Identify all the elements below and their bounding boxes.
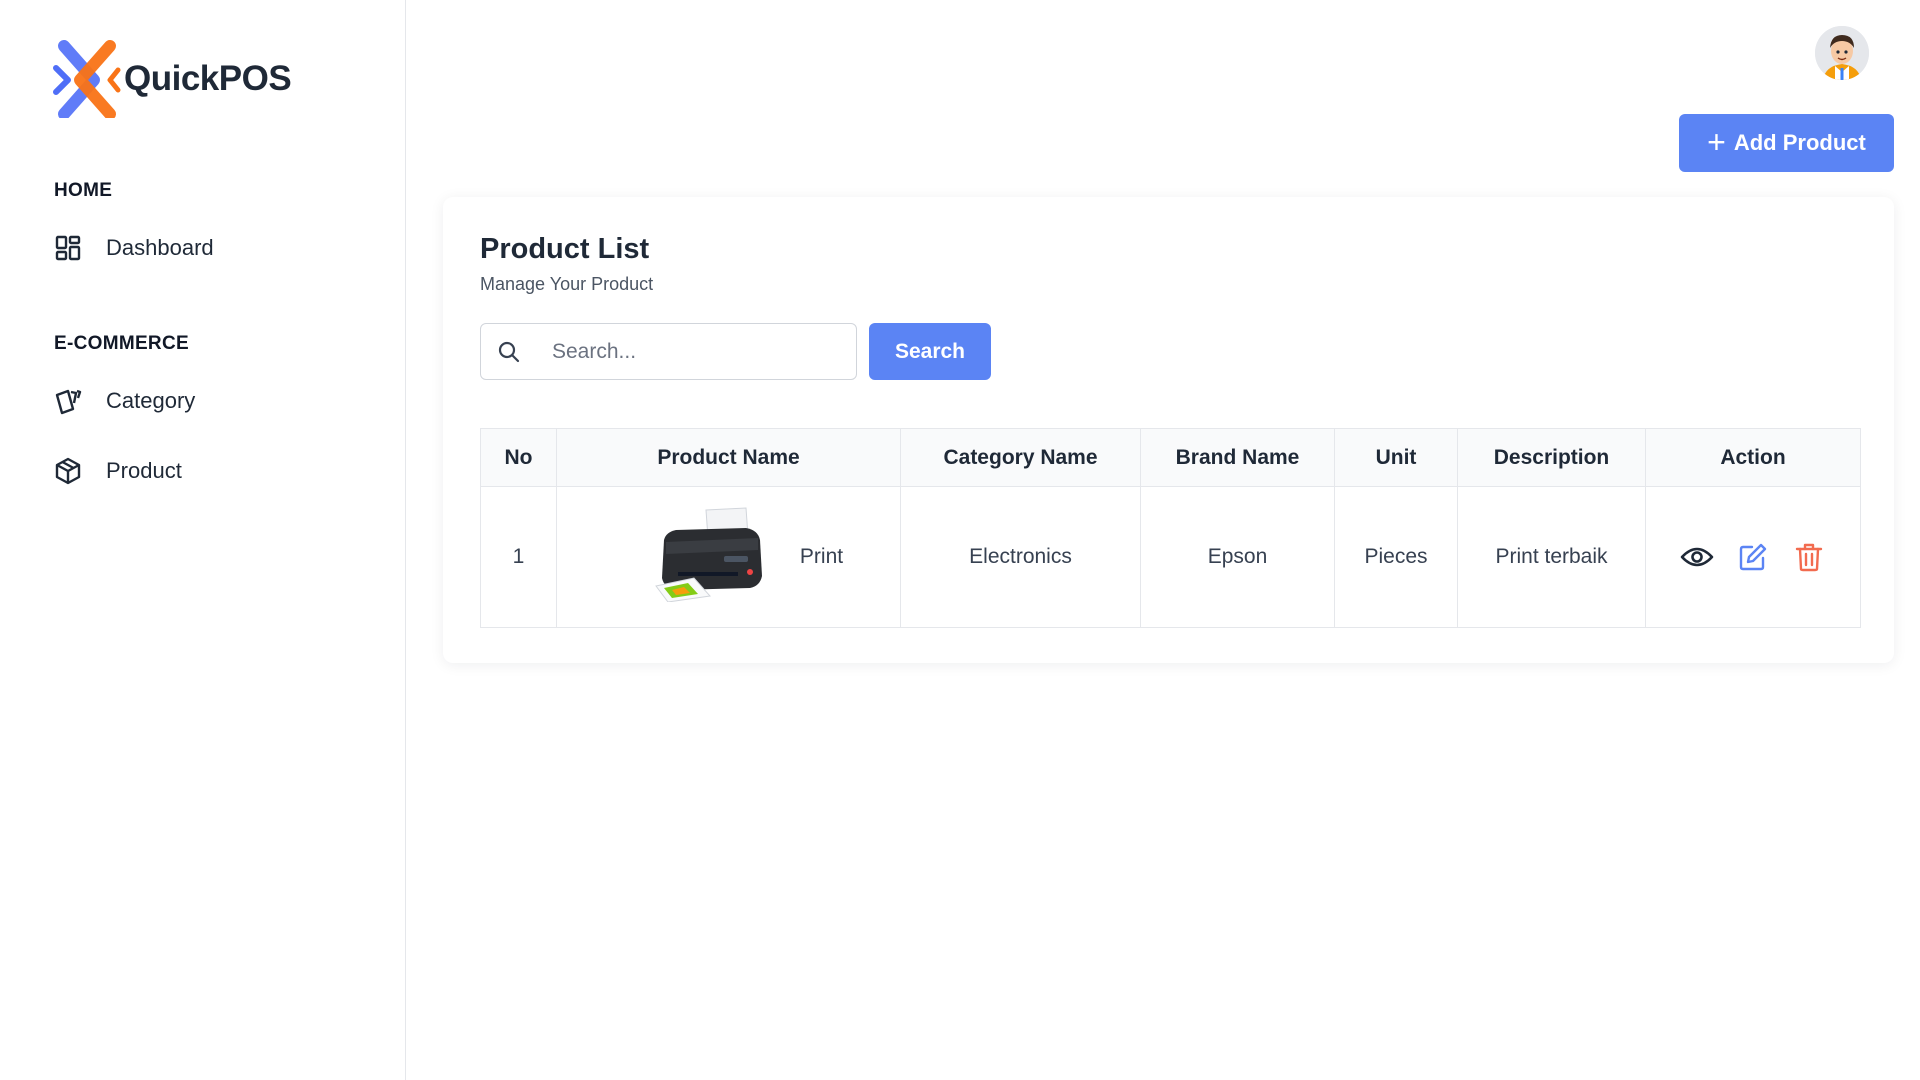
cell-description: Print terbaik: [1457, 486, 1646, 628]
column-header-description: Description: [1457, 428, 1646, 487]
column-header-no: No: [480, 428, 557, 487]
sidebar: QuickPOS HOME Dashboard E-COMMERCE Categ…: [0, 0, 406, 1080]
product-name: Print: [799, 545, 844, 568]
column-header-action: Action: [1645, 428, 1861, 487]
column-header-brand-name: Brand Name: [1140, 428, 1335, 487]
cell-brand: Epson: [1140, 486, 1335, 628]
cell-actions: [1645, 486, 1861, 628]
table-row: 1 Print Electronics Epson Pieces Print t…: [480, 486, 1861, 628]
brand-name: QuickPOS: [124, 59, 292, 98]
printer-image: [654, 506, 766, 608]
nav-section-home: HOME: [54, 180, 113, 201]
dashboard-icon: [54, 234, 82, 262]
cell-unit: Pieces: [1334, 486, 1458, 628]
search-input[interactable]: [552, 339, 842, 364]
edit-icon[interactable]: [1736, 540, 1770, 574]
category-icon: [54, 387, 82, 415]
search-icon: [496, 339, 522, 365]
nav-section-ecommerce: E-COMMERCE: [54, 333, 189, 354]
page-title: Product List: [480, 233, 650, 265]
add-product-button[interactable]: + Add Product: [1679, 114, 1894, 172]
view-eye-icon[interactable]: [1680, 540, 1714, 574]
page-subtitle: Manage Your Product: [480, 274, 654, 294]
sidebar-item-product[interactable]: Product: [54, 453, 182, 489]
sidebar-item-label: Product: [106, 458, 182, 483]
product-list-card: Product List Manage Your Product Search …: [443, 197, 1894, 663]
user-avatar[interactable]: [1815, 26, 1869, 80]
product-table: No Product Name Category Name Brand Name…: [480, 428, 1861, 628]
logo[interactable]: QuickPOS: [50, 40, 292, 118]
cell-product-name: Print: [556, 486, 901, 628]
column-header-unit: Unit: [1334, 428, 1458, 487]
search-field[interactable]: [480, 323, 857, 380]
sidebar-item-category[interactable]: Category: [54, 383, 195, 419]
plus-icon: +: [1707, 123, 1726, 160]
cell-category: Electronics: [900, 486, 1141, 628]
table-header-row: No Product Name Category Name Brand Name…: [480, 428, 1861, 487]
trash-icon[interactable]: [1792, 540, 1826, 574]
cell-no: 1: [480, 486, 557, 628]
sidebar-item-label: Dashboard: [106, 235, 214, 260]
quickpos-logo-icon: [53, 40, 121, 118]
add-product-label: Add Product: [1733, 130, 1866, 155]
box-icon: [54, 457, 82, 485]
sidebar-item-dashboard[interactable]: Dashboard: [54, 230, 214, 266]
sidebar-item-label: Category: [106, 388, 196, 413]
search-button[interactable]: Search: [869, 323, 991, 380]
column-header-category-name: Category Name: [900, 428, 1141, 487]
column-header-product-name: Product Name: [556, 428, 901, 487]
